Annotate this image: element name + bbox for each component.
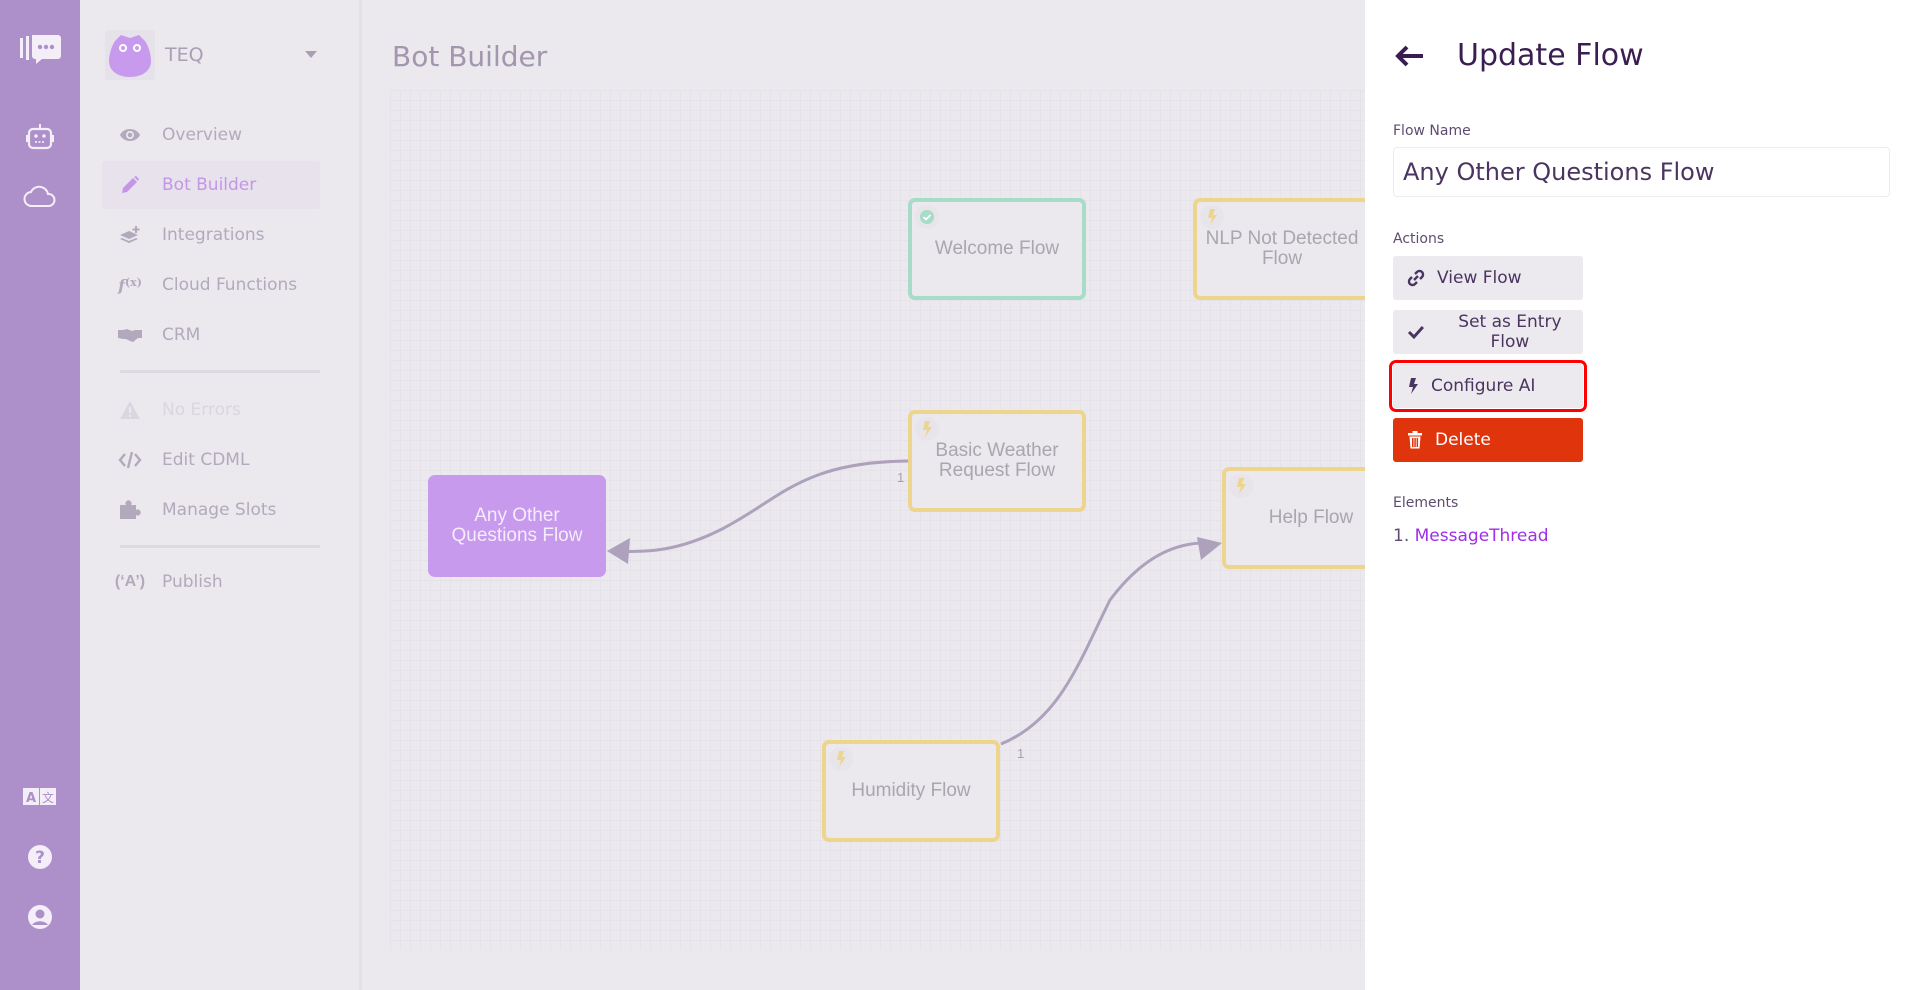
caret-down-icon[interactable] [305,51,317,58]
bolt-icon [915,417,939,441]
view-flow-label: View Flow [1437,268,1522,288]
svg-text:文: 文 [42,790,54,805]
view-flow-button[interactable]: View Flow [1393,256,1583,300]
link-icon [1407,269,1425,287]
broadcast-icon: (‘A’) [114,573,146,590]
flow-node-nlp-not-detected[interactable]: NLP Not Detected Flow [1193,198,1371,300]
flow-name-input[interactable] [1393,147,1890,197]
flow-node-humidity[interactable]: Humidity Flow [822,740,1000,842]
sidebar-divider [120,370,320,373]
bot-icon[interactable] [0,122,80,152]
flow-name-label: Flow Name [1393,123,1471,139]
sidebar-item-crm[interactable]: CRM [102,311,320,359]
bolt-icon [1229,474,1253,498]
back-arrow-icon[interactable] [1395,44,1425,73]
sidebar-item-bot-builder[interactable]: Bot Builder [102,161,320,209]
sidebar-item-no-errors: No Errors [102,386,320,434]
function-icon: f (x) [118,275,142,295]
edge-label: 1 [1017,746,1025,761]
logo-chat-icon[interactable] [0,30,80,70]
sidebar-item-manage-slots[interactable]: Manage Slots [102,486,320,534]
help-icon[interactable]: ? [0,843,80,871]
check-icon [1407,326,1424,340]
bolt-icon [829,747,853,771]
edge-label: 1 [897,470,905,485]
puzzle-icon [110,500,150,520]
sidebar-item-edit-cdml[interactable]: Edit CDML [102,436,320,484]
icon-rail: A文 ? [0,0,80,990]
panel-title: Update Flow [1457,38,1644,73]
flow-node-any-other-questions[interactable]: Any Other Questions Flow [428,475,606,577]
delete-button[interactable]: Delete [1393,418,1583,462]
nav-sidebar: TEQ Overview Bot Builder Integrations f(… [80,0,362,990]
svg-text:?: ? [35,848,45,868]
element-index: 1. [1393,526,1410,546]
elements-list: 1. MessageThread [1393,526,1549,546]
element-link-messagethread[interactable]: MessageThread [1415,526,1549,546]
sidebar-divider [120,545,320,548]
bolt-icon [1409,378,1418,394]
sidebar-item-publish[interactable]: (‘A’) Publish [102,558,320,606]
account-icon[interactable] [0,903,80,931]
language-icon[interactable]: A文 [0,787,80,807]
actions-label: Actions [1393,231,1445,247]
handshake-icon [110,328,150,342]
update-flow-panel: Update Flow Flow Name Actions View Flow … [1365,0,1920,990]
trash-icon [1408,431,1422,449]
configure-ai-label: Configure AI [1431,376,1536,396]
delete-label: Delete [1435,430,1491,450]
set-entry-flow-button[interactable]: Set as Entry Flow [1393,310,1583,354]
elements-label: Elements [1393,495,1459,511]
code-icon [110,451,150,469]
org-name: TEQ [165,44,204,66]
sidebar-item-integrations[interactable]: Integrations [102,211,320,259]
bolt-icon [1200,205,1224,229]
org-switcher[interactable]: TEQ [105,30,355,80]
sidebar-item-overview[interactable]: Overview [102,111,320,159]
svg-text:A: A [26,791,36,806]
warning-icon [110,400,150,420]
owl-avatar-icon [105,30,155,80]
flow-node-basic-weather[interactable]: Basic Weather Request Flow [908,410,1086,512]
check-circle-icon [915,205,939,229]
set-entry-flow-label: Set as Entry Flow [1458,312,1562,352]
eye-icon [110,128,150,142]
sidebar-item-cloud-functions[interactable]: f (x) Cloud Functions [102,261,320,309]
pencil-icon [110,175,150,195]
cloud-icon[interactable] [0,182,80,212]
flow-node-welcome[interactable]: Welcome Flow [908,198,1086,300]
layers-plus-icon [110,225,150,245]
page-title: Bot Builder [392,40,548,73]
configure-ai-button[interactable]: Configure AI [1389,360,1587,412]
